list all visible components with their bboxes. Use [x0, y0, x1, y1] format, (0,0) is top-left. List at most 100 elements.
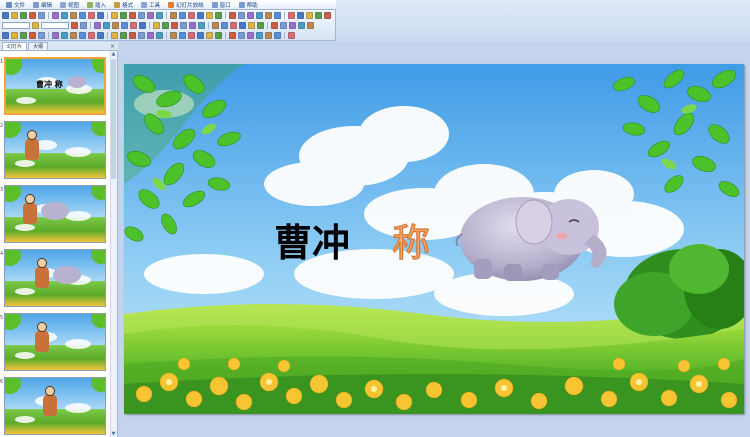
toolbar-button-icon[interactable]	[97, 12, 104, 19]
toolbar-button-icon[interactable]	[11, 32, 18, 39]
toolbar-button-icon[interactable]	[52, 32, 59, 39]
toolbar-button-icon[interactable]	[88, 12, 95, 19]
toolbar-button-icon[interactable]	[153, 22, 160, 29]
toolbar-button-icon[interactable]	[52, 12, 59, 19]
toolbar-button-icon[interactable]	[265, 32, 272, 39]
toolbar-button-icon[interactable]	[120, 32, 127, 39]
toolbar-button-icon[interactable]	[170, 32, 177, 39]
menu-item-6[interactable]: 幻灯片放映	[164, 0, 208, 10]
slide-thumbnail[interactable]	[4, 185, 106, 243]
toolbar-button-icon[interactable]	[288, 12, 295, 19]
toolbar-button-icon[interactable]	[289, 22, 296, 29]
toolbar-button-icon[interactable]	[29, 32, 36, 39]
toolbar-button-icon[interactable]	[188, 32, 195, 39]
toolbar-button-icon[interactable]	[38, 32, 45, 39]
toolbar-button-icon[interactable]	[280, 22, 287, 29]
toolbar-button-icon[interactable]	[212, 22, 219, 29]
toolbar-button-icon[interactable]	[307, 22, 314, 29]
toolbar-button-icon[interactable]	[274, 12, 281, 19]
toolbar-button-icon[interactable]	[38, 12, 45, 19]
scrollbar-thumb[interactable]	[111, 59, 116, 179]
toolbar-button-icon[interactable]	[171, 22, 178, 29]
toolbar-button-icon[interactable]	[20, 32, 27, 39]
toolbar-button-icon[interactable]	[2, 12, 9, 19]
toolbar-button-icon[interactable]	[2, 32, 9, 39]
toolbar-button-icon[interactable]	[11, 12, 18, 19]
toolbar-button-icon[interactable]	[129, 12, 136, 19]
slide-thumbnail[interactable]	[4, 121, 106, 179]
toolbar-button-icon[interactable]	[79, 12, 86, 19]
toolbar-button-icon[interactable]	[206, 12, 213, 19]
toolbar-button-icon[interactable]	[206, 32, 213, 39]
slide-title-accent[interactable]: 称	[391, 220, 430, 265]
toolbar-button-icon[interactable]	[120, 12, 127, 19]
tab-outline[interactable]: 大纲	[28, 42, 49, 50]
toolbar-button-icon[interactable]	[156, 32, 163, 39]
close-icon[interactable]: ×	[110, 43, 115, 50]
toolbar-button-icon[interactable]	[256, 32, 263, 39]
scrollbar[interactable]: ▲ ▼	[110, 51, 117, 437]
toolbar-button-icon[interactable]	[197, 32, 204, 39]
toolbar-button-icon[interactable]	[138, 32, 145, 39]
toolbar-button-icon[interactable]	[189, 22, 196, 29]
toolbar-button-icon[interactable]	[71, 22, 78, 29]
toolbar-button-icon[interactable]	[271, 22, 278, 29]
toolbar-button-icon[interactable]	[138, 12, 145, 19]
toolbar-button-icon[interactable]	[61, 32, 68, 39]
toolbar-button-icon[interactable]	[297, 12, 304, 19]
toolbar-button-icon[interactable]	[147, 32, 154, 39]
toolbar-button-icon[interactable]	[247, 12, 254, 19]
toolbar-button-icon[interactable]	[298, 22, 305, 29]
toolbar-button-icon[interactable]	[215, 12, 222, 19]
toolbar-button-icon[interactable]	[79, 32, 86, 39]
toolbar-button-icon[interactable]	[180, 22, 187, 29]
toolbar-button-icon[interactable]	[170, 12, 177, 19]
current-slide[interactable]: 曹冲 称	[124, 64, 744, 414]
toolbar-button-icon[interactable]	[130, 22, 137, 29]
toolbar-button-icon[interactable]	[111, 32, 118, 39]
toolbar-button-icon[interactable]	[238, 32, 245, 39]
toolbar-button-icon[interactable]	[32, 22, 39, 29]
menu-item-4[interactable]: 格式	[110, 0, 137, 10]
toolbar-combo[interactable]	[41, 22, 69, 29]
toolbar-button-icon[interactable]	[112, 22, 119, 29]
toolbar-button-icon[interactable]	[256, 12, 263, 19]
toolbar-button-icon[interactable]	[229, 12, 236, 19]
scroll-up-icon[interactable]: ▲	[111, 51, 116, 57]
menu-item-3[interactable]: 插入	[83, 0, 110, 10]
slide-thumbnail[interactable]	[4, 377, 106, 435]
toolbar-button-icon[interactable]	[147, 12, 154, 19]
slide-thumbnail[interactable]: 曹冲 称	[4, 57, 106, 115]
toolbar-button-icon[interactable]	[198, 22, 205, 29]
toolbar-button-icon[interactable]	[80, 22, 87, 29]
toolbar-button-icon[interactable]	[162, 22, 169, 29]
toolbar-button-icon[interactable]	[156, 12, 163, 19]
toolbar-button-icon[interactable]	[197, 12, 204, 19]
toolbar-button-icon[interactable]	[248, 22, 255, 29]
toolbar-button-icon[interactable]	[179, 12, 186, 19]
toolbar-combo[interactable]	[2, 22, 30, 29]
slide-thumbnail-panel[interactable]: ▲ ▼ 1 曹冲 称 2 3 4 5 6	[0, 51, 118, 437]
slide-thumbnail[interactable]	[4, 313, 106, 371]
toolbar-button-icon[interactable]	[111, 12, 118, 19]
menu-item-0[interactable]: 文件	[2, 0, 29, 10]
toolbar-button-icon[interactable]	[61, 12, 68, 19]
toolbar-button-icon[interactable]	[257, 22, 264, 29]
toolbar-button-icon[interactable]	[188, 12, 195, 19]
menu-item-5[interactable]: 工具	[137, 0, 164, 10]
toolbar-button-icon[interactable]	[29, 12, 36, 19]
tab-slides[interactable]: 幻灯片	[2, 42, 28, 50]
toolbar-button-icon[interactable]	[94, 22, 101, 29]
toolbar-button-icon[interactable]	[20, 12, 27, 19]
toolbar-button-icon[interactable]	[139, 22, 146, 29]
toolbar-button-icon[interactable]	[315, 12, 322, 19]
toolbar-button-icon[interactable]	[229, 32, 236, 39]
toolbar-button-icon[interactable]	[239, 22, 246, 29]
slide-thumbnail[interactable]	[4, 249, 106, 307]
toolbar-button-icon[interactable]	[70, 12, 77, 19]
toolbar-button-icon[interactable]	[247, 32, 254, 39]
toolbar-button-icon[interactable]	[324, 12, 331, 19]
slide-title[interactable]: 曹冲	[274, 220, 350, 265]
menu-item-7[interactable]: 窗口	[208, 0, 235, 10]
toolbar-button-icon[interactable]	[274, 32, 281, 39]
